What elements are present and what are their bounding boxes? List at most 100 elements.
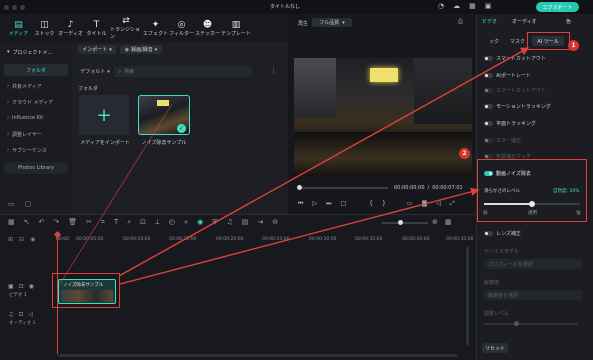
- lock-icon[interactable]: ⊡: [19, 283, 24, 290]
- lock-icon[interactable]: ⊡: [18, 311, 23, 318]
- zoom-in-icon[interactable]: ⊕: [432, 218, 438, 226]
- toggle-row-1[interactable]: [484, 73, 493, 78]
- sidebar-item-adjustment[interactable]: › 調整レイヤー: [4, 128, 68, 140]
- toolbar-stock[interactable]: ◫ ストック: [32, 14, 57, 42]
- text-icon[interactable]: T: [114, 218, 118, 227]
- toggle-row-0[interactable]: [484, 56, 493, 61]
- grid-icon[interactable]: ▦: [8, 218, 15, 227]
- sidebar-item-shared[interactable]: › 共有メディア: [4, 80, 68, 92]
- crop-icon[interactable]: ⌗: [101, 218, 105, 227]
- speaker-icon[interactable]: ◁: [28, 311, 33, 318]
- delete-icon[interactable]: 🗑: [68, 218, 77, 227]
- toolbar-effect[interactable]: ✦ エフェクト: [143, 14, 168, 42]
- zoom-icon[interactable]: ⌕: [127, 218, 131, 227]
- display-icon[interactable]: ▭: [407, 200, 413, 208]
- toolbar-title[interactable]: T タイトル: [84, 14, 109, 42]
- render-icon[interactable]: ◉: [197, 218, 203, 227]
- skip-forward-icon[interactable]: ⏭: [326, 200, 331, 208]
- add-track-icon[interactable]: ⊞: [8, 236, 13, 243]
- window-controls[interactable]: [0, 0, 45, 14]
- toggle-row-4[interactable]: [484, 121, 493, 126]
- subtab-lock[interactable]: ック: [489, 38, 499, 45]
- link-icon[interactable]: ⊟: [19, 236, 24, 243]
- grid-icon[interactable]: ▦: [469, 2, 476, 10]
- cut-icon[interactable]: ✂: [86, 218, 92, 227]
- zoom-slider-knob[interactable]: [398, 220, 403, 225]
- sidebar-project-media[interactable]: ▾ プロジェクトメ...: [4, 46, 68, 58]
- mark-out-icon[interactable]: }: [382, 200, 386, 208]
- close-dot-icon[interactable]: [4, 4, 9, 10]
- mic-icon[interactable]: ♫: [226, 218, 232, 227]
- zoom-out-icon[interactable]: ⊖: [272, 218, 278, 227]
- quality-dropdown[interactable]: フル品質 ▾: [312, 18, 352, 27]
- sidebar-photos-library[interactable]: Photos Library: [4, 162, 68, 174]
- camera-icon[interactable]: ◙: [421, 200, 427, 208]
- minimize-dot-icon[interactable]: [12, 4, 17, 10]
- split-icon[interactable]: ⟂: [155, 218, 160, 227]
- playback-progress[interactable]: [297, 185, 388, 190]
- import-button[interactable]: インポート ▾: [78, 45, 116, 54]
- layers-icon[interactable]: ▤: [242, 218, 249, 227]
- resolution-dropdown[interactable]: 解像度を選択: [484, 290, 582, 300]
- adjust-slider[interactable]: [484, 321, 578, 326]
- timeline-vscroll[interactable]: [466, 246, 469, 346]
- record-button[interactable]: ◉ 録画/録音 ▾: [120, 45, 162, 54]
- toggle-lens[interactable]: [484, 231, 493, 236]
- timeline-ruler[interactable]: 00:00 00:00:05:00 00:00:10:00 00:00:15:0…: [56, 235, 476, 245]
- shield-icon[interactable]: ⛨: [212, 218, 217, 227]
- sidebar-item-subsequence[interactable]: › サブシーケンス: [4, 144, 68, 156]
- skip-back-icon[interactable]: ⏮: [298, 200, 303, 208]
- import-media-tile[interactable]: +: [79, 95, 129, 135]
- filter-icon[interactable]: ⋮: [270, 67, 277, 75]
- search-input[interactable]: ⌕ 検索: [114, 66, 252, 77]
- sidebar-item-influence[interactable]: › Influence Kit: [4, 112, 68, 124]
- undo-icon[interactable]: ↶: [39, 218, 45, 227]
- adjust-slider-knob[interactable]: [514, 321, 519, 326]
- eye-icon[interactable]: ◉: [30, 236, 35, 243]
- toggle-row-2[interactable]: [484, 88, 493, 93]
- toolbar-transition[interactable]: ⇄ トランジション: [110, 14, 142, 42]
- sort-dropdown[interactable]: デフォルト ▾: [78, 67, 112, 76]
- crop-frame-icon[interactable]: ⊡: [140, 218, 146, 227]
- select-icon[interactable]: ↖: [24, 218, 30, 227]
- import-tile-label: メディアをインポート: [80, 140, 130, 146]
- redo-icon[interactable]: ↷: [53, 218, 59, 227]
- fullscreen-icon[interactable]: ⤢: [450, 200, 455, 208]
- export-frame-icon[interactable]: ⇥: [257, 218, 263, 227]
- toggle-row-3[interactable]: [484, 104, 493, 109]
- layout-icon[interactable]: ▣: [485, 2, 492, 10]
- zoom-slider[interactable]: [382, 220, 428, 225]
- bell-icon[interactable]: ◔: [438, 2, 444, 10]
- tab-color[interactable]: 色: [566, 18, 571, 25]
- snapshot-icon[interactable]: ⎙: [458, 18, 463, 26]
- grid-view-icon[interactable]: ▦: [445, 218, 452, 226]
- more-icon[interactable]: »: [184, 218, 188, 227]
- sample-clip-thumbnail[interactable]: ✓: [138, 95, 190, 135]
- timeline-hscroll[interactable]: [58, 354, 458, 357]
- speed-icon[interactable]: ◴: [169, 218, 175, 227]
- playhead-knob[interactable]: [297, 185, 302, 190]
- new-folder-icon[interactable]: ▭: [8, 200, 15, 208]
- toolbar-audio[interactable]: ♪ オーディオ: [58, 14, 83, 42]
- toolbar-media[interactable]: ▤ メディア: [6, 14, 31, 42]
- subtab-mask[interactable]: マスク: [510, 38, 525, 45]
- play-icon[interactable]: ▷: [312, 200, 317, 208]
- zoom-dot-icon[interactable]: [20, 4, 25, 10]
- sidebar-item-cloud[interactable]: › クラウド メディア: [4, 96, 68, 108]
- toolbar-sticker[interactable]: ☻ ステッカー: [195, 14, 220, 42]
- toolbar-template[interactable]: ▥ テンプレート: [221, 14, 251, 42]
- tab-audio[interactable]: オーディオ: [512, 18, 537, 25]
- cloud-icon[interactable]: ☁: [453, 2, 460, 10]
- toggle-row-5[interactable]: [484, 138, 493, 143]
- eye-icon[interactable]: ◉: [29, 283, 34, 290]
- camera-dropdown[interactable]: プロフィールを選択: [484, 259, 582, 269]
- mark-in-icon[interactable]: {: [369, 200, 373, 208]
- folder-icon[interactable]: ▢: [25, 200, 32, 208]
- sidebar-folder[interactable]: フォルダ: [4, 64, 68, 76]
- export-button[interactable]: エクスポート: [536, 2, 579, 12]
- toolbar-filter[interactable]: ◎ フィルター: [169, 14, 194, 42]
- tab-video[interactable]: ビデオ: [482, 18, 497, 25]
- volume-icon[interactable]: ◁: [436, 200, 441, 208]
- stop-icon[interactable]: □: [340, 200, 346, 208]
- reset-button[interactable]: リセット: [482, 343, 508, 353]
